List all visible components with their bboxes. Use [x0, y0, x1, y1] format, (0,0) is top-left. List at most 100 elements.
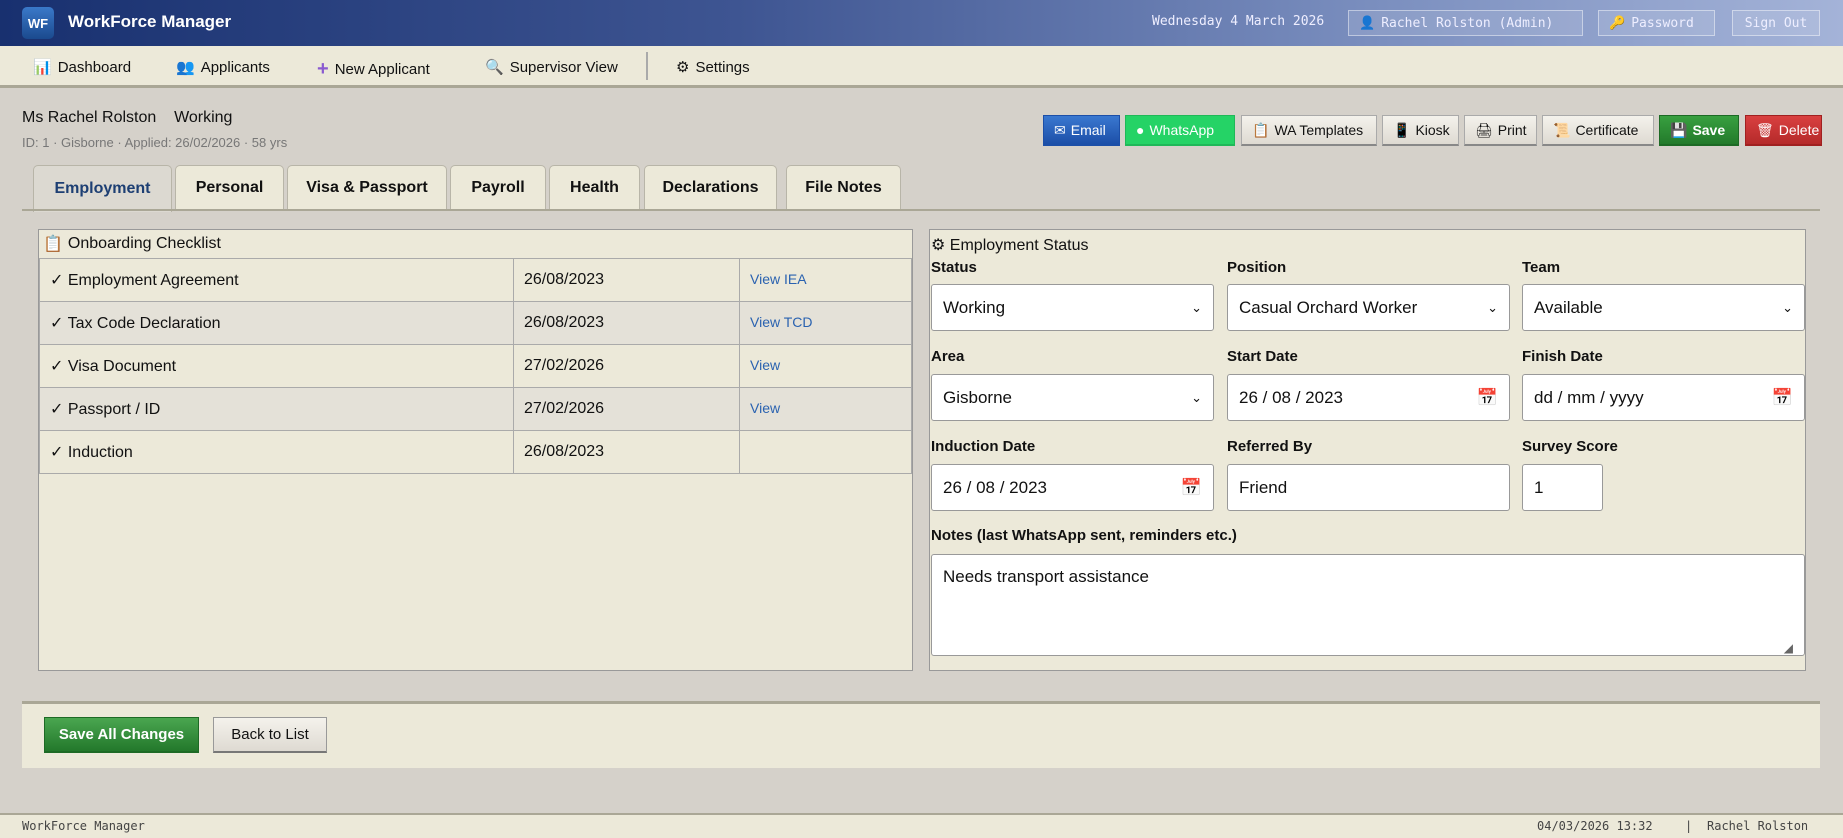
user-label: Rachel Rolston (Admin) — [1381, 15, 1554, 31]
view-document-link[interactable]: View TCD — [750, 314, 813, 330]
checklist-link-cell: View IEA — [739, 258, 912, 302]
clipboard-icon: 📋 — [1252, 121, 1270, 138]
button-label: Kiosk — [1415, 122, 1450, 138]
delete-button[interactable]: 🗑 Delete — [1745, 115, 1822, 146]
app-logo: WF — [22, 7, 54, 39]
team-label: Team — [1522, 259, 1561, 276]
trash-icon: 🗑 — [1756, 121, 1774, 138]
wa-templates-button[interactable]: 📋 WA Templates — [1241, 115, 1377, 146]
checklist-item: ✓ Induction — [39, 430, 514, 474]
save-all-changes-button[interactable]: Save All Changes — [44, 717, 199, 753]
nav-supervisor-view[interactable]: 🔍 Supervisor View — [485, 58, 618, 77]
nav-dashboard[interactable]: 📊 Dashboard — [33, 58, 132, 77]
finish-date-placeholder: dd / mm / yyyy — [1534, 387, 1644, 407]
tab-visa-passport[interactable]: Visa & Passport — [287, 165, 447, 210]
button-label: Certificate — [1575, 122, 1639, 138]
calendar-icon[interactable]: 📅 — [1477, 388, 1498, 408]
panel-title: Employment Status — [949, 237, 1089, 254]
referred-by-input[interactable]: Friend — [1227, 464, 1510, 511]
nav-label: New Applicant — [334, 61, 430, 78]
nav-applicants[interactable]: 👥 Applicants — [176, 58, 270, 77]
email-button[interactable]: ✉ Email — [1043, 115, 1120, 146]
tab-personal[interactable]: Personal — [175, 165, 284, 210]
status-footer: WorkForce Manager 04/03/2026 13:32 | Rac… — [0, 813, 1843, 838]
print-button[interactable]: 🖨 Print — [1464, 115, 1537, 146]
status-select[interactable]: Working ⌄ — [931, 284, 1214, 331]
employment-status-panel: ⚙ Employment Status Status Position Team… — [929, 229, 1806, 671]
checklist-link-cell: View — [739, 344, 912, 388]
back-to-list-button[interactable]: Back to List — [213, 717, 327, 753]
printer-icon: 🖨 — [1475, 121, 1493, 138]
user-icon: 👤 — [1359, 15, 1376, 31]
calendar-icon[interactable]: 📅 — [1181, 478, 1202, 498]
nav-settings[interactable]: ⚙ Settings — [676, 58, 750, 77]
checklist-date: 26/08/2023 — [513, 301, 740, 345]
password-button[interactable]: 🔑 Password — [1598, 10, 1715, 36]
checklist-date: 27/02/2026 — [513, 344, 740, 388]
chevron-down-icon: ⌄ — [1782, 299, 1793, 315]
sign-out-button[interactable]: Sign Out — [1732, 10, 1820, 36]
notes-textarea[interactable]: Needs transport assistance ◢ — [931, 554, 1805, 656]
status-value: Working — [943, 297, 1006, 317]
checklist-item: ✓ Passport / ID — [39, 387, 514, 431]
area-value: Gisborne — [943, 387, 1012, 407]
position-label: Position — [1227, 259, 1287, 276]
view-document-link[interactable]: View IEA — [750, 271, 807, 287]
key-icon: 🔑 — [1609, 15, 1626, 31]
checklist-row: ✓ Tax Code Declaration 26/08/2023 View TCD — [39, 301, 912, 345]
checklist-row: ✓ Employment Agreement 26/08/2023 View IEA — [39, 258, 912, 302]
team-select[interactable]: Available ⌄ — [1522, 284, 1805, 331]
nav-label: Supervisor View — [509, 58, 618, 76]
floppy-icon: 💾 — [1670, 121, 1688, 138]
button-label: Print — [1497, 122, 1527, 138]
checklist-link-cell — [739, 430, 912, 474]
nav-label: Dashboard — [57, 58, 132, 76]
user-button[interactable]: 👤 Rachel Rolston (Admin) — [1348, 10, 1583, 36]
whatsapp-button[interactable]: ● WhatsApp — [1125, 115, 1235, 146]
tab-file-notes[interactable]: File Notes — [786, 165, 901, 210]
start-date-input[interactable]: 26 / 08 / 2023 📅 — [1227, 374, 1510, 421]
area-select[interactable]: Gisborne ⌄ — [931, 374, 1214, 421]
tab-employment[interactable]: Employment — [33, 165, 172, 212]
survey-score-input[interactable]: 1 — [1522, 464, 1603, 511]
magnifier-icon: 🔍 — [485, 59, 504, 76]
checklist-link-cell: View — [739, 387, 912, 431]
plus-icon: + — [317, 58, 329, 80]
finish-date-input[interactable]: dd / mm / yyyy 📅 — [1522, 374, 1805, 421]
nav-divider — [646, 52, 648, 80]
button-label: Email — [1070, 122, 1106, 138]
induction-date-input[interactable]: 26 / 08 / 2023 📅 — [931, 464, 1214, 511]
button-label: Delete — [1778, 122, 1820, 138]
area-label: Area — [931, 348, 965, 365]
clipboard-icon: 📋 — [43, 236, 63, 253]
view-document-link[interactable]: View — [750, 400, 780, 416]
survey-score-value: 1 — [1534, 477, 1544, 497]
start-date-value: 26 / 08 / 2023 — [1239, 387, 1343, 407]
footer-user: Rachel Rolston — [1707, 819, 1809, 833]
password-label: Password — [1631, 15, 1694, 31]
tab-declarations[interactable]: Declarations — [644, 165, 777, 210]
button-label: WA Templates — [1274, 122, 1364, 138]
nav-new-applicant[interactable]: + New Applicant — [317, 58, 430, 81]
view-document-link[interactable]: View — [750, 357, 780, 373]
tab-payroll[interactable]: Payroll — [450, 165, 546, 210]
save-button[interactable]: 💾 Save — [1659, 115, 1739, 146]
tab-divider — [22, 209, 1820, 211]
current-date: Wednesday 4 March 2026 — [1152, 14, 1325, 29]
nav-label: Settings — [695, 58, 750, 76]
finish-date-label: Finish Date — [1522, 348, 1603, 365]
tab-health[interactable]: Health — [549, 165, 640, 210]
resize-handle-icon[interactable]: ◢ — [1784, 641, 1793, 655]
position-select[interactable]: Casual Orchard Worker ⌄ — [1227, 284, 1510, 331]
applicant-meta: ID: 1 · Gisborne · Applied: 26/02/2026 ·… — [22, 135, 288, 150]
checklist-title: Onboarding Checklist — [67, 235, 221, 252]
checklist-item: ✓ Visa Document — [39, 344, 514, 388]
chat-bubble-icon: ● — [1136, 122, 1145, 138]
kiosk-button[interactable]: 📱 Kiosk — [1382, 115, 1459, 146]
position-value: Casual Orchard Worker — [1239, 297, 1418, 317]
checklist-header: 📋 Onboarding Checklist — [39, 230, 912, 258]
top-header: WF WorkForce Manager Wednesday 4 March 2… — [0, 0, 1843, 46]
calendar-icon[interactable]: 📅 — [1772, 388, 1793, 408]
checklist-row: ✓ Induction 26/08/2023 — [39, 430, 912, 474]
certificate-button[interactable]: 📜 Certificate — [1542, 115, 1654, 146]
